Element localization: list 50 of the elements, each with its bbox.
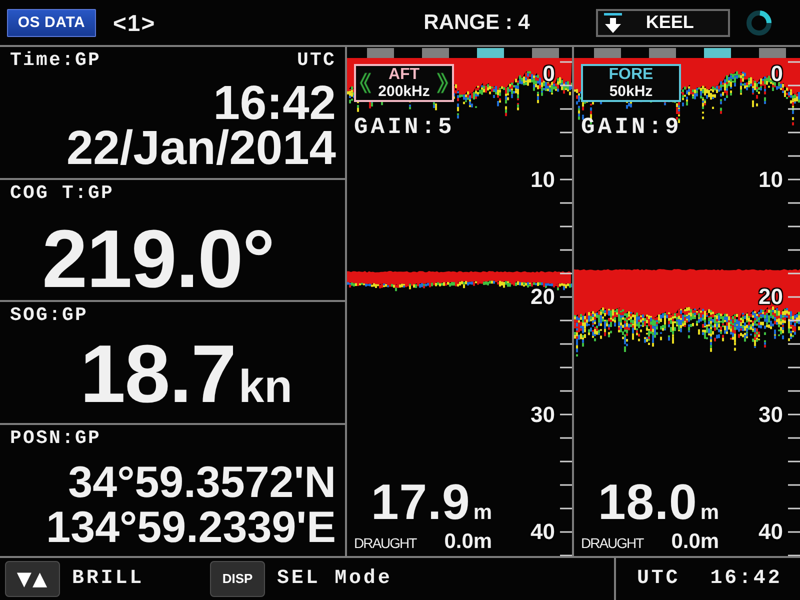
keel-button[interactable]: KEEL: [596, 8, 730, 36]
depth-label: 40: [758, 520, 783, 544]
transducer-name: AFT: [388, 66, 420, 83]
depth-unit-text: m: [700, 502, 720, 524]
depth-value: 17.9: [371, 482, 470, 522]
clock-value: 16:42: [213, 84, 336, 124]
latitude-value: 34°59.3572'N: [68, 463, 336, 503]
draught-value: 0.0m: [671, 531, 720, 553]
utc-label: UTC: [637, 567, 680, 591]
unit-text: kn: [238, 361, 292, 411]
utc-label: UTC: [296, 49, 336, 71]
draught-label: DRAUGHT: [354, 534, 416, 553]
gain-text: GAIN:9: [581, 114, 682, 140]
page-indicator: <1>: [113, 10, 156, 36]
depth-value: 18.0: [598, 482, 698, 522]
date-value: 22/Jan/2014: [66, 126, 336, 172]
depth-unit-text: m: [473, 502, 492, 524]
depth-label: 0: [542, 62, 555, 86]
depth-label: 10: [530, 168, 555, 192]
brill-label: BRILL: [72, 567, 144, 591]
transducer-name: FORE: [608, 66, 654, 83]
clock-text: 16:42: [710, 567, 782, 591]
draught-value: 0.0m: [444, 531, 492, 553]
frequency-text: 50kHz: [609, 83, 653, 100]
depth-label: 40: [530, 520, 555, 544]
depth-label: 30: [758, 402, 783, 426]
depth-label: 20: [530, 285, 555, 309]
data-label: COG T:GP: [10, 182, 114, 204]
depth-label: 10: [758, 168, 783, 192]
range-text: RANGE : 4: [424, 10, 530, 36]
brightness-key[interactable]: ▼▲: [5, 561, 60, 597]
os-data-button[interactable]: OS DATA: [7, 8, 96, 36]
depth-label: 20: [758, 285, 783, 309]
reading-value: 18.7: [80, 340, 236, 410]
draught-label: DRAUGHT: [581, 534, 644, 553]
sel-mode-label: SEL Mode: [277, 567, 392, 591]
data-label: POSN:GP: [10, 427, 102, 449]
depth-label: 30: [530, 402, 555, 426]
data-label: SOG:GP: [10, 304, 88, 326]
ring-icon: [746, 10, 772, 36]
chevron-right-icon: [437, 72, 449, 94]
reading-value: 219.0°: [42, 225, 274, 295]
depth-label: 0: [770, 62, 783, 86]
disp-key[interactable]: DISP: [210, 561, 266, 597]
longitude-value: 134°59.2339'E: [46, 508, 336, 548]
frequency-text: 200kHz: [378, 83, 430, 100]
time-label: Time:GP: [10, 49, 102, 71]
chevron-left-icon: [359, 72, 371, 94]
gain-text: GAIN:5: [354, 114, 455, 140]
arrow-down-icon: [604, 12, 622, 32]
